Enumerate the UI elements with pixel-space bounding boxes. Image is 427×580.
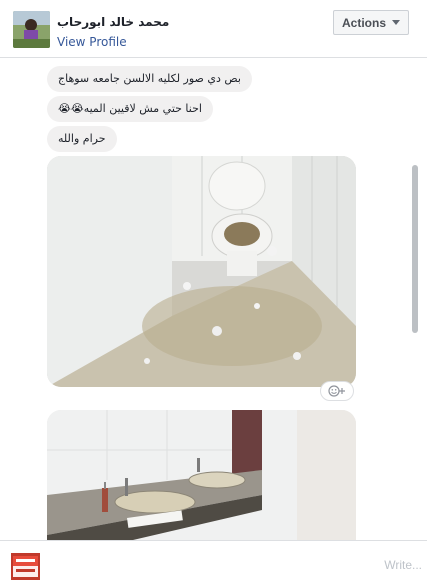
message-text: احنا حتي مش لاقيين الميه	[83, 102, 202, 115]
shared-photo-toilet[interactable]	[47, 156, 356, 387]
actions-label: Actions	[341, 15, 386, 30]
view-profile-link[interactable]: View Profile	[57, 35, 127, 49]
message-bubble: بص دي صور لكليه الالسن جامعه سوهاج	[47, 66, 252, 92]
actions-dropdown-button[interactable]: Actions	[333, 10, 409, 35]
scrollbar-thumb[interactable]	[412, 165, 418, 333]
message-bubble: احنا حتي مش لاقيين الميه😭😭	[47, 96, 213, 122]
shared-photo-sinks[interactable]	[47, 410, 356, 540]
chat-header: محمد خالد ابورحاب View Profile Actions	[0, 0, 427, 58]
message-bubble: حرام والله	[47, 126, 117, 152]
chevron-down-icon	[392, 20, 400, 25]
contact-avatar[interactable]	[13, 11, 50, 48]
message-text: بص دي صور لكليه الالسن جامعه سوهاج	[58, 72, 241, 85]
react-emoji-button[interactable]	[320, 381, 354, 401]
message-text: حرام والله	[58, 132, 106, 145]
crying-emoji: 😭😭	[58, 102, 84, 115]
message-input[interactable]	[200, 556, 422, 574]
smiley-icon	[328, 385, 345, 397]
contact-name[interactable]: محمد خالد ابورحاب	[57, 15, 169, 29]
my-avatar	[11, 553, 40, 580]
message-list[interactable]: بص دي صور لكليه الالسن جامعه سوهاج احنا …	[0, 58, 427, 540]
